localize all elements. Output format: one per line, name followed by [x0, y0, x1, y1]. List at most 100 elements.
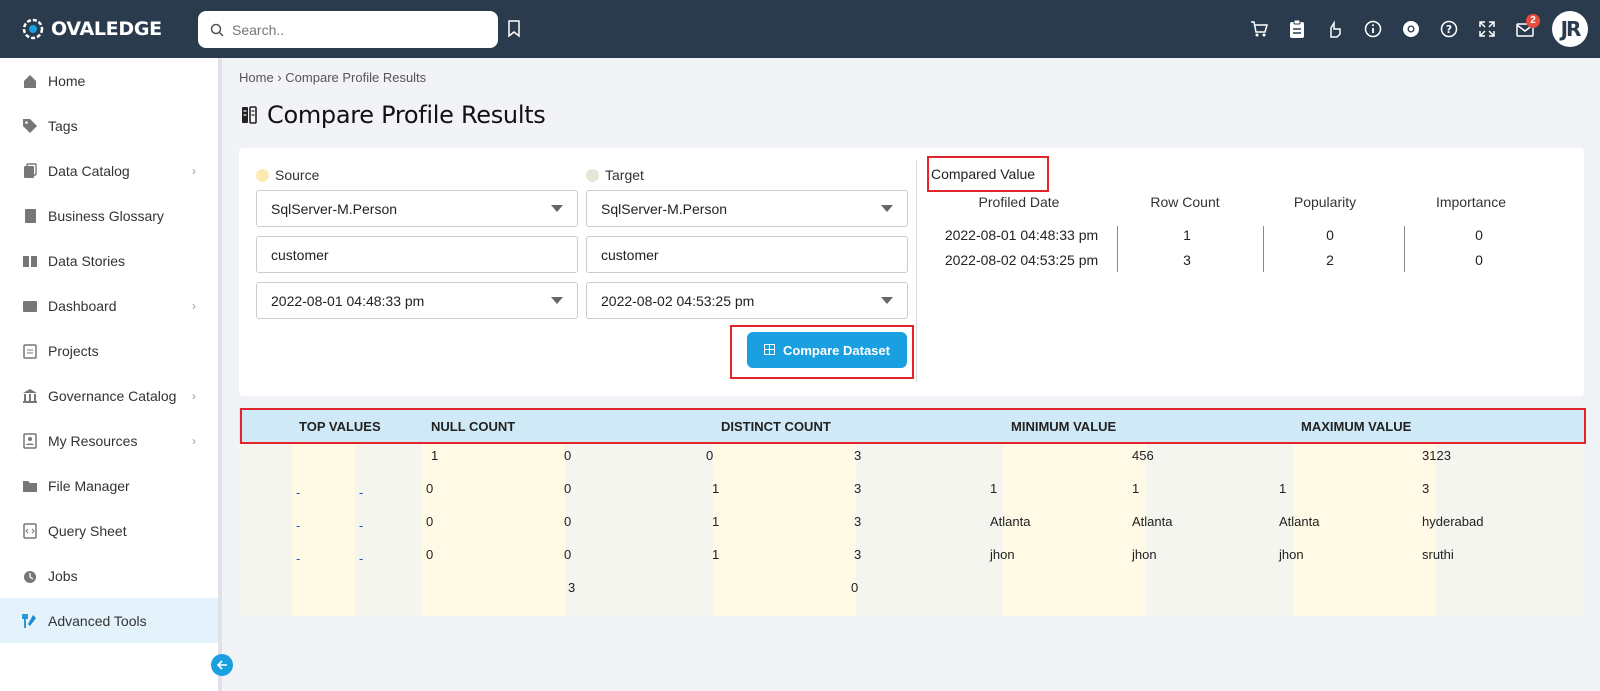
- expand-icon[interactable]: [1468, 10, 1506, 48]
- table-cell-max-b: 3123: [1422, 448, 1451, 463]
- table-cell-dist-a: 0: [706, 448, 714, 463]
- arrow-left-icon: [216, 660, 227, 670]
- table-cell-max-a: jhon: [1279, 547, 1304, 562]
- sidebar-item-jobs[interactable]: Jobs: [0, 553, 218, 598]
- sidebar-item-projects[interactable]: Projects: [0, 328, 218, 373]
- cv-separator: [1117, 226, 1118, 272]
- dashboard-icon: [22, 298, 38, 314]
- resources-icon: [22, 432, 38, 449]
- table-cell-min-b: jhon: [1132, 547, 1157, 562]
- sidebar: Home Tags Data Catalog › Business Glossary Da…: [0, 58, 222, 691]
- search-input[interactable]: [232, 21, 472, 38]
- bank-icon: [22, 388, 38, 404]
- table-cell-max-b: 3: [1422, 481, 1430, 496]
- table-cell-null-a: 0: [426, 481, 434, 496]
- sidebar-item-label: Home: [48, 72, 86, 89]
- folder-icon: [22, 478, 38, 494]
- bookmark-icon[interactable]: [507, 20, 521, 38]
- sidebar-item-advanced-tools[interactable]: Advanced Tools: [0, 598, 218, 643]
- table-cell-tv-b: -: [359, 551, 364, 566]
- sidebar-item-home[interactable]: Home: [0, 58, 218, 103]
- source-column-band: [713, 444, 856, 616]
- ovaledge-logo[interactable]: OVALEDGE: [20, 16, 162, 42]
- book-icon: [22, 208, 38, 224]
- breadcrumb-home[interactable]: Home: [239, 70, 274, 85]
- help-icon[interactable]: ?: [1430, 10, 1468, 48]
- table-cell-null-a: 0: [426, 547, 434, 562]
- source-legend: Source: [256, 167, 319, 183]
- tools-icon: [22, 613, 38, 629]
- page-header: Compare Profile Results: [241, 101, 546, 129]
- clipboard-icon: [22, 343, 38, 359]
- profile-table-body: 1 0 0 3 456 3123 - - 0 0 1 3 1 1 1 3 - - 0 0 1 3 Atlanta Atlant…: [239, 444, 1584, 616]
- sidebar-item-label: Tags: [48, 117, 78, 134]
- cv-separator: [1263, 226, 1264, 272]
- chrome-icon[interactable]: [1392, 10, 1430, 48]
- table-cell-min-a: Atlanta: [990, 514, 1031, 529]
- collapse-sidebar-button[interactable]: [211, 654, 233, 676]
- table-cell-null-b: 0: [564, 547, 572, 562]
- table-cell-null-b: 0: [564, 514, 572, 529]
- svg-text:?: ?: [1446, 23, 1452, 36]
- table-cell-dist-b: 3: [854, 481, 862, 496]
- sidebar-item-governance-catalog[interactable]: Governance Catalog ›: [0, 373, 218, 418]
- target-date-select[interactable]: 2022-08-02 04:53:25 pm: [586, 282, 908, 319]
- table-cell-dist-a: 1: [712, 481, 720, 496]
- sidebar-item-dashboard[interactable]: Dashboard ›: [0, 283, 218, 328]
- chevron-right-icon: ›: [192, 163, 196, 178]
- sidebar-item-label: My Resources: [48, 432, 138, 449]
- info-icon[interactable]: [1354, 10, 1392, 48]
- sidebar-item-file-manager[interactable]: File Manager: [0, 463, 218, 508]
- target-color-dot: [586, 168, 599, 182]
- sidebar-item-business-glossary[interactable]: Business Glossary: [0, 193, 218, 238]
- sidebar-item-data-catalog[interactable]: Data Catalog ›: [0, 148, 218, 193]
- target-date-value: 2022-08-02 04:53:25 pm: [601, 292, 755, 309]
- global-search[interactable]: [198, 11, 498, 48]
- hand-icon[interactable]: [1316, 10, 1354, 48]
- sidebar-item-tags[interactable]: Tags: [0, 103, 218, 148]
- chevron-right-icon: ›: [192, 433, 196, 448]
- target-connection-value: SqlServer-M.Person: [601, 200, 728, 217]
- page-title: Compare Profile Results: [267, 101, 546, 129]
- data-catalog-icon: [22, 162, 38, 179]
- target-table-field[interactable]: customer: [586, 236, 908, 273]
- source-date-select[interactable]: 2022-08-01 04:48:33 pm: [256, 282, 578, 319]
- cv-header-importance: Importance: [1435, 194, 1507, 210]
- cart-icon[interactable]: [1240, 10, 1278, 48]
- highlight-table-header: [240, 408, 1586, 444]
- clipboard-icon[interactable]: [1278, 10, 1316, 48]
- table-cell-null-b: 0: [564, 481, 572, 496]
- mail-icon[interactable]: 2: [1506, 10, 1544, 48]
- table-cell-dist-a: 1: [712, 514, 720, 529]
- sidebar-item-label: Projects: [48, 342, 99, 359]
- table-cell-tv-a: -: [296, 518, 301, 533]
- table-cell-max-b: hyderabad: [1422, 514, 1484, 529]
- target-connection-select[interactable]: SqlServer-M.Person: [586, 190, 908, 227]
- source-connection-select[interactable]: SqlServer-M.Person: [256, 190, 578, 227]
- compare-dataset-button[interactable]: Compare Dataset: [747, 332, 907, 368]
- compare-dataset-label: Compare Dataset: [783, 342, 890, 358]
- source-table-field[interactable]: customer: [256, 236, 578, 273]
- target-legend: Target: [586, 167, 644, 183]
- source-color-dot: [256, 168, 269, 182]
- source-column-band: [1003, 444, 1146, 616]
- table-cell-min-b: 456: [1132, 448, 1154, 463]
- chevron-down-icon: [551, 297, 563, 304]
- table-cell-tv-b: -: [359, 518, 364, 533]
- sidebar-item-label: Data Catalog: [48, 162, 130, 179]
- search-icon: [210, 23, 224, 37]
- sidebar-item-data-stories[interactable]: Data Stories: [0, 238, 218, 283]
- user-avatar[interactable]: JR: [1552, 11, 1588, 47]
- source-column-band: [422, 444, 565, 616]
- table-cell-max-a: Atlanta: [1279, 514, 1320, 529]
- sidebar-item-query-sheet[interactable]: Query Sheet: [0, 508, 218, 553]
- chevron-down-icon: [551, 205, 563, 212]
- table-cell-dist-b: 3: [854, 547, 862, 562]
- sidebar-item-my-resources[interactable]: My Resources ›: [0, 418, 218, 463]
- sidebar-item-label: Data Stories: [48, 252, 126, 269]
- chevron-right-icon: ›: [192, 298, 196, 313]
- sidebar-item-label: Advanced Tools: [48, 612, 147, 629]
- chevron-right-icon: ›: [192, 388, 196, 403]
- table-cell-null-a: 1: [431, 448, 439, 463]
- source-column-band: [292, 444, 355, 616]
